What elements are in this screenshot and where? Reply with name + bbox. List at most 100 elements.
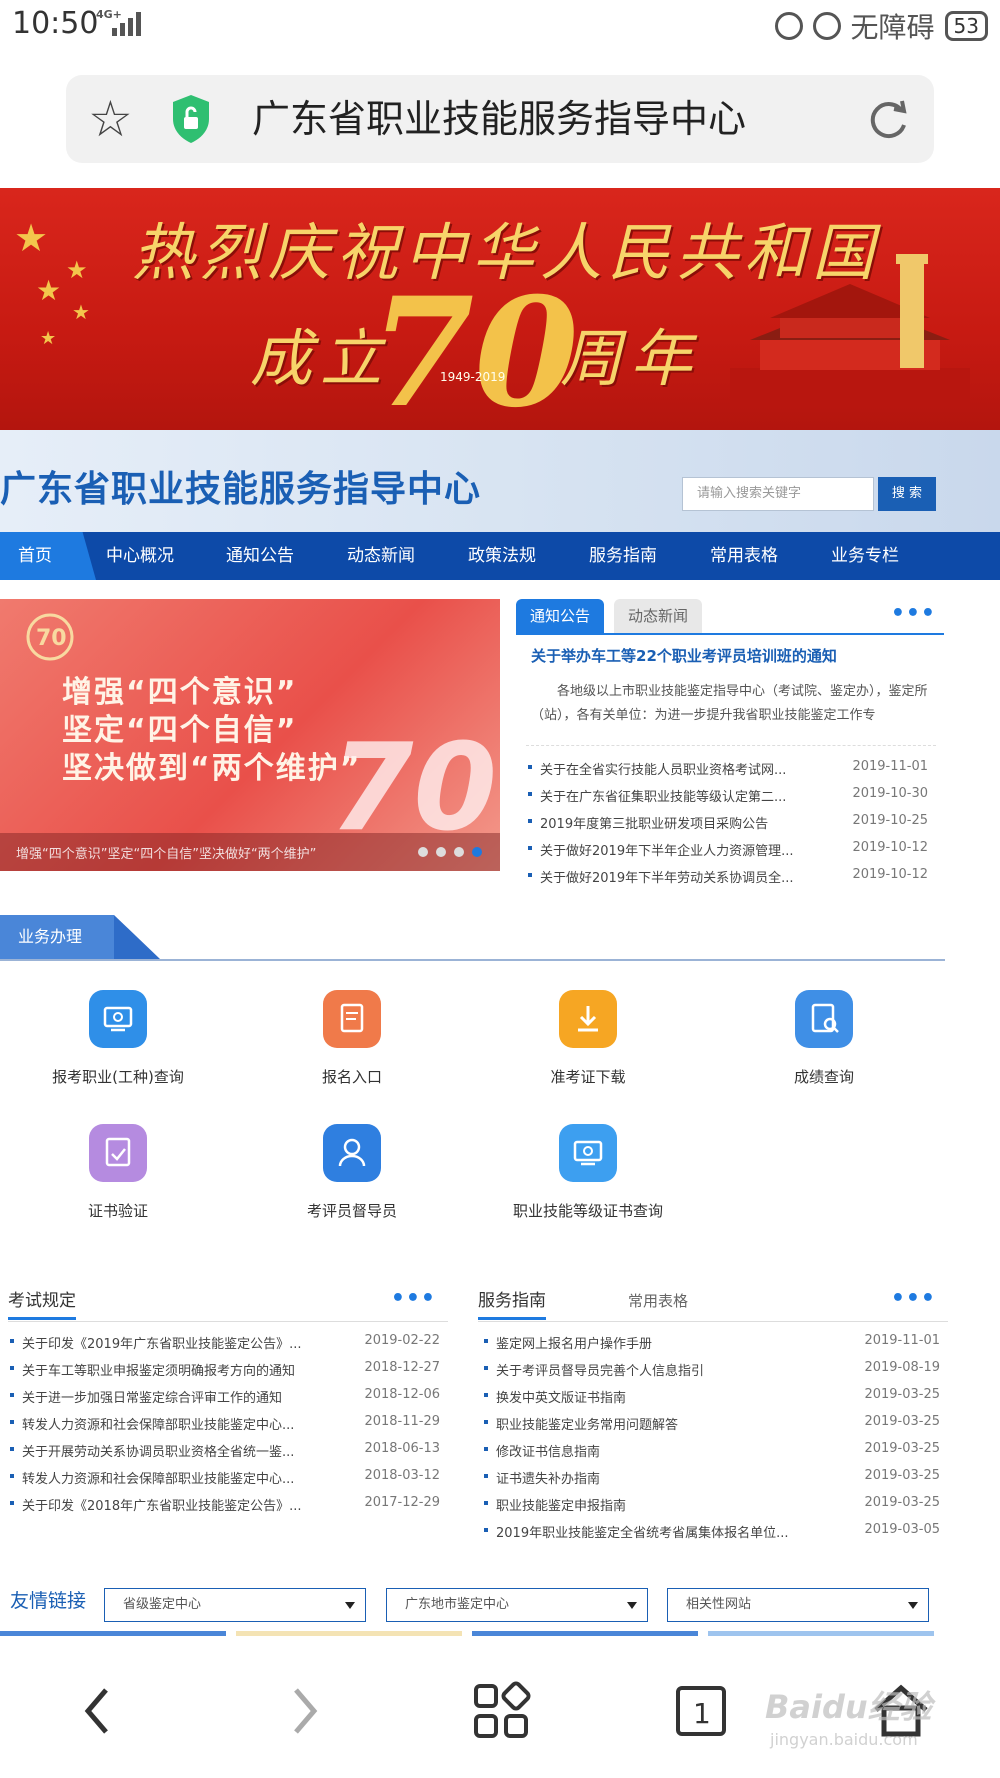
caret-down-icon [345, 1602, 355, 1609]
list-item[interactable]: 关于做好2019年下半年劳动关系协调员全... 2019-10-12 [526, 862, 936, 889]
list-item-title[interactable]: 换发中英文版证书指南 [496, 1387, 626, 1406]
list-item[interactable]: 关于车工等职业申报鉴定须明确报考方向的通知 2018-12-27 [8, 1355, 448, 1382]
forward-icon[interactable] [266, 1676, 336, 1746]
signal-icon [112, 12, 146, 36]
nav-forms[interactable]: 常用表格 [710, 532, 778, 580]
list-item-title[interactable]: 修改证书信息指南 [496, 1441, 600, 1460]
list-item-date: 2019-08-19 [864, 1360, 940, 1375]
list-item-date: 2018-12-27 [364, 1360, 440, 1375]
list-item-title[interactable]: 关于进一步加强日常鉴定综合评审工作的通知 [22, 1387, 282, 1406]
nav-news[interactable]: 动态新闻 [347, 532, 415, 580]
nav-business[interactable]: 业务专栏 [831, 532, 899, 580]
list-item-title[interactable]: 关于在广东省征集职业技能等级认定第二... [540, 786, 786, 805]
site-title: 广东省职业技能服务指导中心 [0, 469, 482, 510]
address-bar[interactable]: ☆ 广东省职业技能服务指导中心 [66, 75, 934, 163]
list-item-title[interactable]: 关于在全省实行技能人员职业资格考试网... [540, 759, 786, 778]
biz-registration[interactable]: 报名入口 [252, 990, 452, 1087]
tab-decoration [114, 915, 160, 959]
main-nav: 首页 中心概况 通知公告 动态新闻 政策法规 服务指南 常用表格 业务专栏 [0, 532, 1000, 580]
biz-label: 证书验证 [87, 1202, 148, 1220]
list-item-title[interactable]: 职业技能鉴定申报指南 [496, 1495, 626, 1514]
list-item-title[interactable]: 关于做好2019年下半年企业人力资源管理... [540, 840, 793, 859]
exam-rules-title[interactable]: 考试规定 [8, 1282, 76, 1320]
biz-label: 成绩查询 [793, 1068, 854, 1086]
related-sites-select[interactable]: 相关性网站 [667, 1588, 929, 1622]
nav-service-guide[interactable]: 服务指南 [589, 532, 657, 580]
exam-rules-more-button[interactable]: ••• [391, 1286, 436, 1311]
list-item[interactable]: 转发人力资源和社会保障部职业技能鉴定中心... 2018-03-12 [8, 1463, 448, 1490]
tab-notices[interactable]: 通知公告 [516, 599, 605, 633]
tabs-count-icon[interactable]: 1 [666, 1676, 736, 1746]
tab-common-forms[interactable]: 常用表格 [628, 1282, 688, 1320]
nav-policy[interactable]: 政策法规 [468, 532, 536, 580]
list-item[interactable]: 鉴定网上报名用户操作手册 2019-11-01 [482, 1328, 948, 1355]
service-guide-more-button[interactable]: ••• [891, 1286, 936, 1311]
back-icon[interactable] [66, 1676, 136, 1746]
news-slider[interactable]: 70 增强“四个意识” 坚定“四个自信” 坚决做到“两个维护” 70 增强“四个… [0, 599, 500, 871]
bookmark-star-icon[interactable]: ☆ [88, 89, 133, 149]
tab-news[interactable]: 动态新闻 [614, 599, 703, 633]
menu-grid-icon[interactable] [466, 1676, 536, 1746]
page-title-in-address-bar[interactable]: 广东省职业技能服务指导中心 [252, 93, 746, 145]
list-item[interactable]: 职业技能鉴定业务常用问题解答 2019-03-25 [482, 1409, 948, 1436]
list-item-title[interactable]: 2019年职业技能鉴定全省统考省属集体报名单位... [496, 1522, 788, 1541]
list-item-title[interactable]: 关于开展劳动关系协调员职业资格全省统一鉴... [22, 1441, 294, 1460]
nav-home[interactable]: 首页 [0, 532, 96, 580]
security-shield-icon[interactable] [170, 93, 212, 145]
list-item[interactable]: 换发中英文版证书指南 2019-03-25 [482, 1382, 948, 1409]
biz-occupation-query[interactable]: 报考职业(工种)查询 [18, 990, 218, 1087]
notice-headline[interactable]: 关于举办车工等22个职业考评员培训班的通知 [531, 645, 837, 666]
list-item[interactable]: 修改证书信息指南 2019-03-25 [482, 1436, 948, 1463]
list-item[interactable]: 关于做好2019年下半年企业人力资源管理... 2019-10-12 [526, 835, 936, 862]
list-item-title[interactable]: 关于印发《2018年广东省职业技能鉴定公告》... [22, 1495, 301, 1514]
list-item-title[interactable]: 2019年度第三批职业研发项目采购公告 [540, 813, 768, 832]
biz-certificate-verify[interactable]: 证书验证 [18, 1124, 218, 1221]
list-item[interactable]: 关于在广东省征集职业技能等级认定第二... 2019-10-30 [526, 781, 936, 808]
select-value: 省级鉴定中心 [123, 1597, 202, 1612]
nav-about[interactable]: 中心概况 [106, 532, 174, 580]
list-item[interactable]: 关于进一步加强日常鉴定综合评审工作的通知 2018-12-06 [8, 1382, 448, 1409]
list-item[interactable]: 转发人力资源和社会保障部职业技能鉴定中心... 2018-11-29 [8, 1409, 448, 1436]
city-center-select[interactable]: 广东地市鉴定中心 [386, 1588, 648, 1622]
slide-dot-3[interactable] [454, 847, 464, 857]
biz-score-query[interactable]: 成绩查询 [724, 990, 924, 1087]
slide-dot-4[interactable] [472, 847, 482, 857]
list-item-title[interactable]: 关于车工等职业申报鉴定须明确报考方向的通知 [22, 1360, 295, 1379]
biz-admission-ticket[interactable]: 准考证下载 [488, 990, 688, 1087]
list-item[interactable]: 关于考评员督导员完善个人信息指引 2019-08-19 [482, 1355, 948, 1382]
list-item-title[interactable]: 证书遗失补办指南 [496, 1468, 600, 1487]
list-item[interactable]: 2019年度第三批职业研发项目采购公告 2019-10-25 [526, 808, 936, 835]
list-item[interactable]: 职业技能鉴定申报指南 2019-03-25 [482, 1490, 948, 1517]
search-input[interactable]: 请输入搜索关键字 [682, 477, 874, 511]
list-item-title[interactable]: 鉴定网上报名用户操作手册 [496, 1333, 652, 1352]
list-item-date: 2019-03-25 [864, 1495, 940, 1510]
biz-skill-certificate-query[interactable]: 职业技能等级证书查询 [488, 1124, 688, 1221]
list-item-title[interactable]: 关于印发《2019年广东省职业技能鉴定公告》... [22, 1333, 301, 1352]
list-item-title[interactable]: 关于做好2019年下半年劳动关系协调员全... [540, 867, 793, 886]
biz-examiner[interactable]: 考评员督导员 [252, 1124, 452, 1221]
list-item[interactable]: 关于印发《2019年广东省职业技能鉴定公告》... 2019-02-22 [8, 1328, 448, 1355]
list-item[interactable]: 关于在全省实行技能人员职业资格考试网... 2019-11-01 [526, 754, 936, 781]
list-item[interactable]: 关于印发《2018年广东省职业技能鉴定公告》... 2017-12-29 [8, 1490, 448, 1517]
biz-label: 考评员督导员 [306, 1202, 397, 1220]
list-item[interactable]: 2019年职业技能鉴定全省统考省属集体报名单位... 2019-03-05 [482, 1517, 948, 1544]
list-item-title[interactable]: 职业技能鉴定业务常用问题解答 [496, 1414, 678, 1433]
search-button[interactable]: 搜 索 [878, 477, 936, 511]
download-icon [559, 990, 617, 1048]
slide-dot-2[interactable] [436, 847, 446, 857]
provincial-center-select[interactable]: 省级鉴定中心 [104, 1588, 366, 1622]
caret-down-icon [908, 1602, 918, 1609]
service-guide-header: 服务指南 常用表格 ••• [478, 1282, 948, 1322]
list-item-title[interactable]: 转发人力资源和社会保障部职业技能鉴定中心... [22, 1414, 294, 1433]
list-item-title[interactable]: 转发人力资源和社会保障部职业技能鉴定中心... [22, 1468, 294, 1487]
tab-service-guide[interactable]: 服务指南 [478, 1282, 546, 1320]
business-section-header: 业务办理 [0, 915, 945, 961]
notices-more-button[interactable]: ••• [891, 601, 936, 626]
refresh-icon[interactable] [864, 93, 912, 145]
list-item-title[interactable]: 关于考评员督导员完善个人信息指引 [496, 1360, 704, 1379]
nav-notices[interactable]: 通知公告 [226, 532, 294, 580]
list-item[interactable]: 证书遗失补办指南 2019-03-25 [482, 1463, 948, 1490]
slide-dot-1[interactable] [418, 847, 428, 857]
banner-subline-left: 成立 [250, 322, 391, 395]
list-item[interactable]: 关于开展劳动关系协调员职业资格全省统一鉴... 2018-06-13 [8, 1436, 448, 1463]
